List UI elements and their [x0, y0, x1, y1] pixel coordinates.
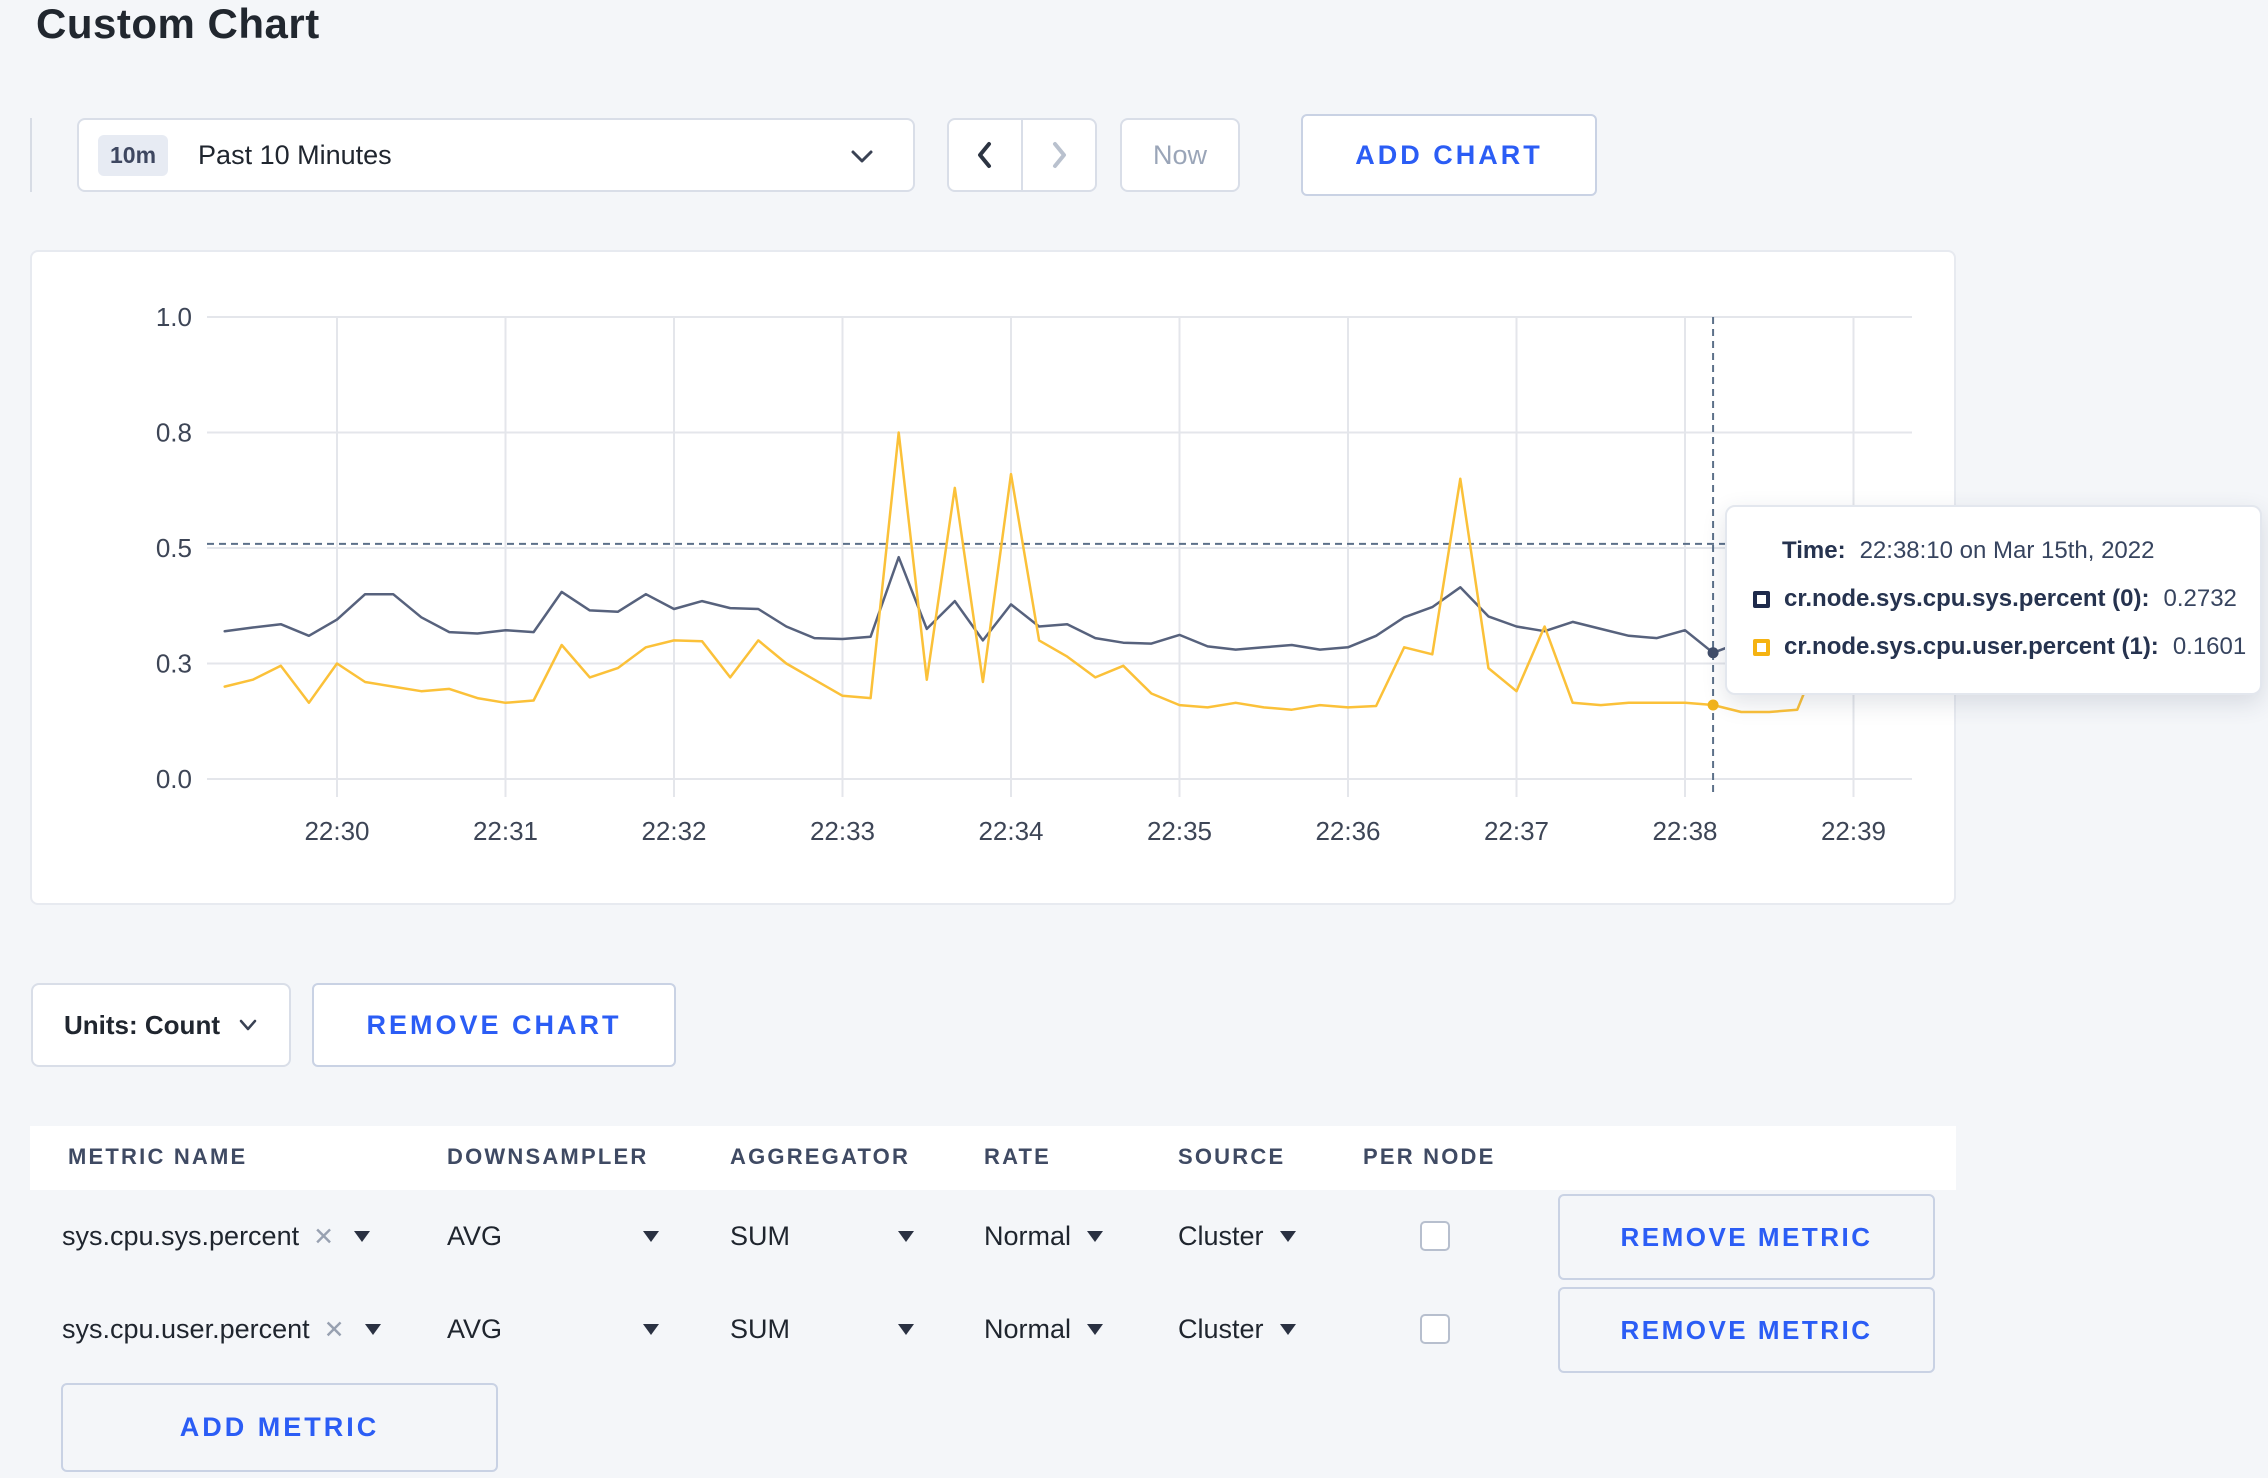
downsampler-select[interactable]: AVG — [447, 1190, 659, 1283]
add-metric-button[interactable]: ADD METRIC — [61, 1383, 498, 1472]
per-node-checkbox[interactable] — [1420, 1221, 1450, 1251]
clear-metric-icon[interactable]: ✕ — [324, 1315, 345, 1345]
metric-name-value: sys.cpu.sys.percent — [62, 1221, 300, 1251]
metric-row: sys.cpu.user.percent ✕ AVG SUM Normal Cluster… — [30, 1283, 2268, 1376]
aggregator-select[interactable]: SUM — [730, 1283, 914, 1376]
tooltip-user-value: 0.1601 — [2172, 633, 2247, 660]
column-header-source: SOURCE — [1178, 1144, 1286, 1169]
custom-chart-page: Custom Chart 10m Past 10 Minutes Now ADD… — [0, 0, 2268, 1478]
remove-metric-button[interactable]: REMOVE METRIC — [1558, 1287, 1935, 1373]
dropdown-caret-icon[interactable] — [643, 1324, 659, 1335]
add-chart-button[interactable]: ADD CHART — [1301, 114, 1597, 196]
dropdown-caret-icon[interactable] — [1279, 1231, 1296, 1242]
column-header-downsampler: DOWNSAMPLER — [447, 1144, 649, 1169]
downsampler-select[interactable]: AVG — [447, 1283, 659, 1376]
aggregator-value: SUM — [730, 1314, 790, 1344]
per-node-checkbox[interactable] — [1420, 1314, 1450, 1344]
time-window-badge: 10m — [98, 134, 169, 176]
x-axis-tick-label: 22:39 — [1821, 816, 1886, 846]
dropdown-caret-icon[interactable] — [364, 1324, 381, 1335]
dropdown-caret-icon[interactable] — [1279, 1324, 1296, 1335]
time-window-dropdown[interactable]: 10m Past 10 Minutes — [77, 118, 915, 192]
x-axis-tick-label: 22:30 — [304, 816, 369, 846]
remove-chart-button[interactable]: REMOVE CHART — [312, 983, 676, 1067]
column-header-per-node: PER NODE — [1363, 1144, 1496, 1169]
prev-range-button[interactable] — [949, 120, 1023, 190]
column-header-rate: RATE — [984, 1144, 1052, 1169]
tooltip-sys-label: cr.node.sys.cpu.sys.percent (0): — [1784, 585, 2150, 612]
y-axis-tick-label: 0.8 — [156, 418, 192, 448]
crosshair-dot-user — [1707, 699, 1719, 711]
time-pager — [947, 118, 1097, 192]
dropdown-caret-icon[interactable] — [1087, 1324, 1104, 1335]
dropdown-caret-icon[interactable] — [1087, 1231, 1104, 1242]
column-header-aggregator: AGGREGATOR — [730, 1144, 911, 1169]
series-user-swatch-icon — [1753, 638, 1770, 656]
page-title: Custom Chart — [36, 0, 320, 47]
x-axis-tick-label: 22:32 — [641, 816, 706, 846]
tooltip-time-value: 22:38:10 on Mar 15th, 2022 — [1859, 537, 2155, 564]
metric-name-select[interactable]: sys.cpu.user.percent ✕ — [62, 1283, 381, 1376]
chart-tooltip: Time: 22:38:10 on Mar 15th, 2022 cr.node… — [1725, 505, 2262, 695]
dropdown-caret-icon[interactable] — [898, 1231, 914, 1242]
rate-value: Normal — [984, 1221, 1072, 1251]
series-sys-swatch-icon — [1753, 590, 1770, 608]
chevron-down-icon — [239, 1019, 257, 1031]
x-axis-tick-label: 22:33 — [810, 816, 875, 846]
x-axis-tick-label: 22:38 — [1652, 816, 1717, 846]
x-axis-tick-label: 22:31 — [473, 816, 538, 846]
dropdown-caret-icon[interactable] — [354, 1231, 371, 1242]
tooltip-series-sys-row: cr.node.sys.cpu.sys.percent (0): 0.2732 — [1753, 575, 2260, 623]
chart-svg[interactable]: 0.0 0.3 0.5 0.8 1.0 22:30 22:31 22:32 22:33 22:34… — [32, 252, 1954, 903]
chevron-down-icon — [851, 150, 873, 163]
x-axis-tick-label: 22:37 — [1484, 816, 1549, 846]
next-range-button[interactable] — [1023, 120, 1095, 190]
tooltip-series-user-row: cr.node.sys.cpu.user.percent (1): 0.1601 — [1753, 623, 2260, 671]
rate-select[interactable]: Normal — [984, 1190, 1104, 1283]
crosshair-dot-sys — [1707, 647, 1719, 659]
downsampler-value: AVG — [447, 1314, 503, 1344]
chevron-right-icon — [1053, 142, 1066, 168]
source-select[interactable]: Cluster — [1178, 1283, 1296, 1376]
chevron-left-icon — [978, 142, 991, 168]
now-button[interactable]: Now — [1120, 118, 1240, 192]
y-axis-tick-label: 1.0 — [156, 302, 192, 332]
source-value: Cluster — [1178, 1314, 1264, 1344]
rate-select[interactable]: Normal — [984, 1283, 1104, 1376]
tooltip-user-label: cr.node.sys.cpu.user.percent (1): — [1784, 633, 2159, 660]
metric-row: sys.cpu.sys.percent ✕ AVG SUM Normal Cluster R… — [30, 1190, 2268, 1283]
units-label: Units: Count — [64, 1009, 220, 1040]
aggregator-value: SUM — [730, 1221, 790, 1251]
source-value: Cluster — [1178, 1221, 1264, 1251]
tooltip-time-label: Time: — [1782, 537, 1846, 564]
chart-card: 0.0 0.3 0.5 0.8 1.0 22:30 22:31 22:32 22:33 22:34… — [30, 250, 1956, 905]
x-axis-tick-label: 22:36 — [1315, 816, 1380, 846]
y-axis-tick-label: 0.0 — [156, 764, 192, 794]
downsampler-value: AVG — [447, 1221, 503, 1251]
units-dropdown[interactable]: Units: Count — [31, 983, 291, 1067]
toolbar-divider — [30, 118, 32, 192]
remove-metric-button[interactable]: REMOVE METRIC — [1558, 1194, 1935, 1280]
x-axis-tick-label: 22:34 — [978, 816, 1043, 846]
source-select[interactable]: Cluster — [1178, 1190, 1296, 1283]
metric-name-select[interactable]: sys.cpu.sys.percent ✕ — [62, 1190, 371, 1283]
clear-metric-icon[interactable]: ✕ — [313, 1222, 334, 1252]
dropdown-caret-icon[interactable] — [898, 1324, 914, 1335]
tooltip-time-row: Time: 22:38:10 on Mar 15th, 2022 — [1753, 527, 2260, 575]
dropdown-caret-icon[interactable] — [643, 1231, 659, 1242]
series-sys-line — [223, 555, 1883, 655]
time-window-label: Past 10 Minutes — [198, 139, 392, 170]
aggregator-select[interactable]: SUM — [730, 1190, 914, 1283]
series-user-line — [223, 431, 1883, 714]
y-axis-tick-label: 0.3 — [156, 649, 192, 679]
rate-value: Normal — [984, 1314, 1072, 1344]
metrics-table-header: METRIC NAME DOWNSAMPLER AGGREGATOR RATE … — [30, 1126, 1956, 1190]
metric-name-value: sys.cpu.user.percent — [62, 1314, 310, 1344]
tooltip-sys-value: 0.2732 — [2163, 585, 2237, 612]
x-axis-tick-label: 22:35 — [1147, 816, 1212, 846]
y-axis-tick-label: 0.5 — [156, 533, 192, 563]
column-header-metric-name: METRIC NAME — [68, 1144, 248, 1169]
